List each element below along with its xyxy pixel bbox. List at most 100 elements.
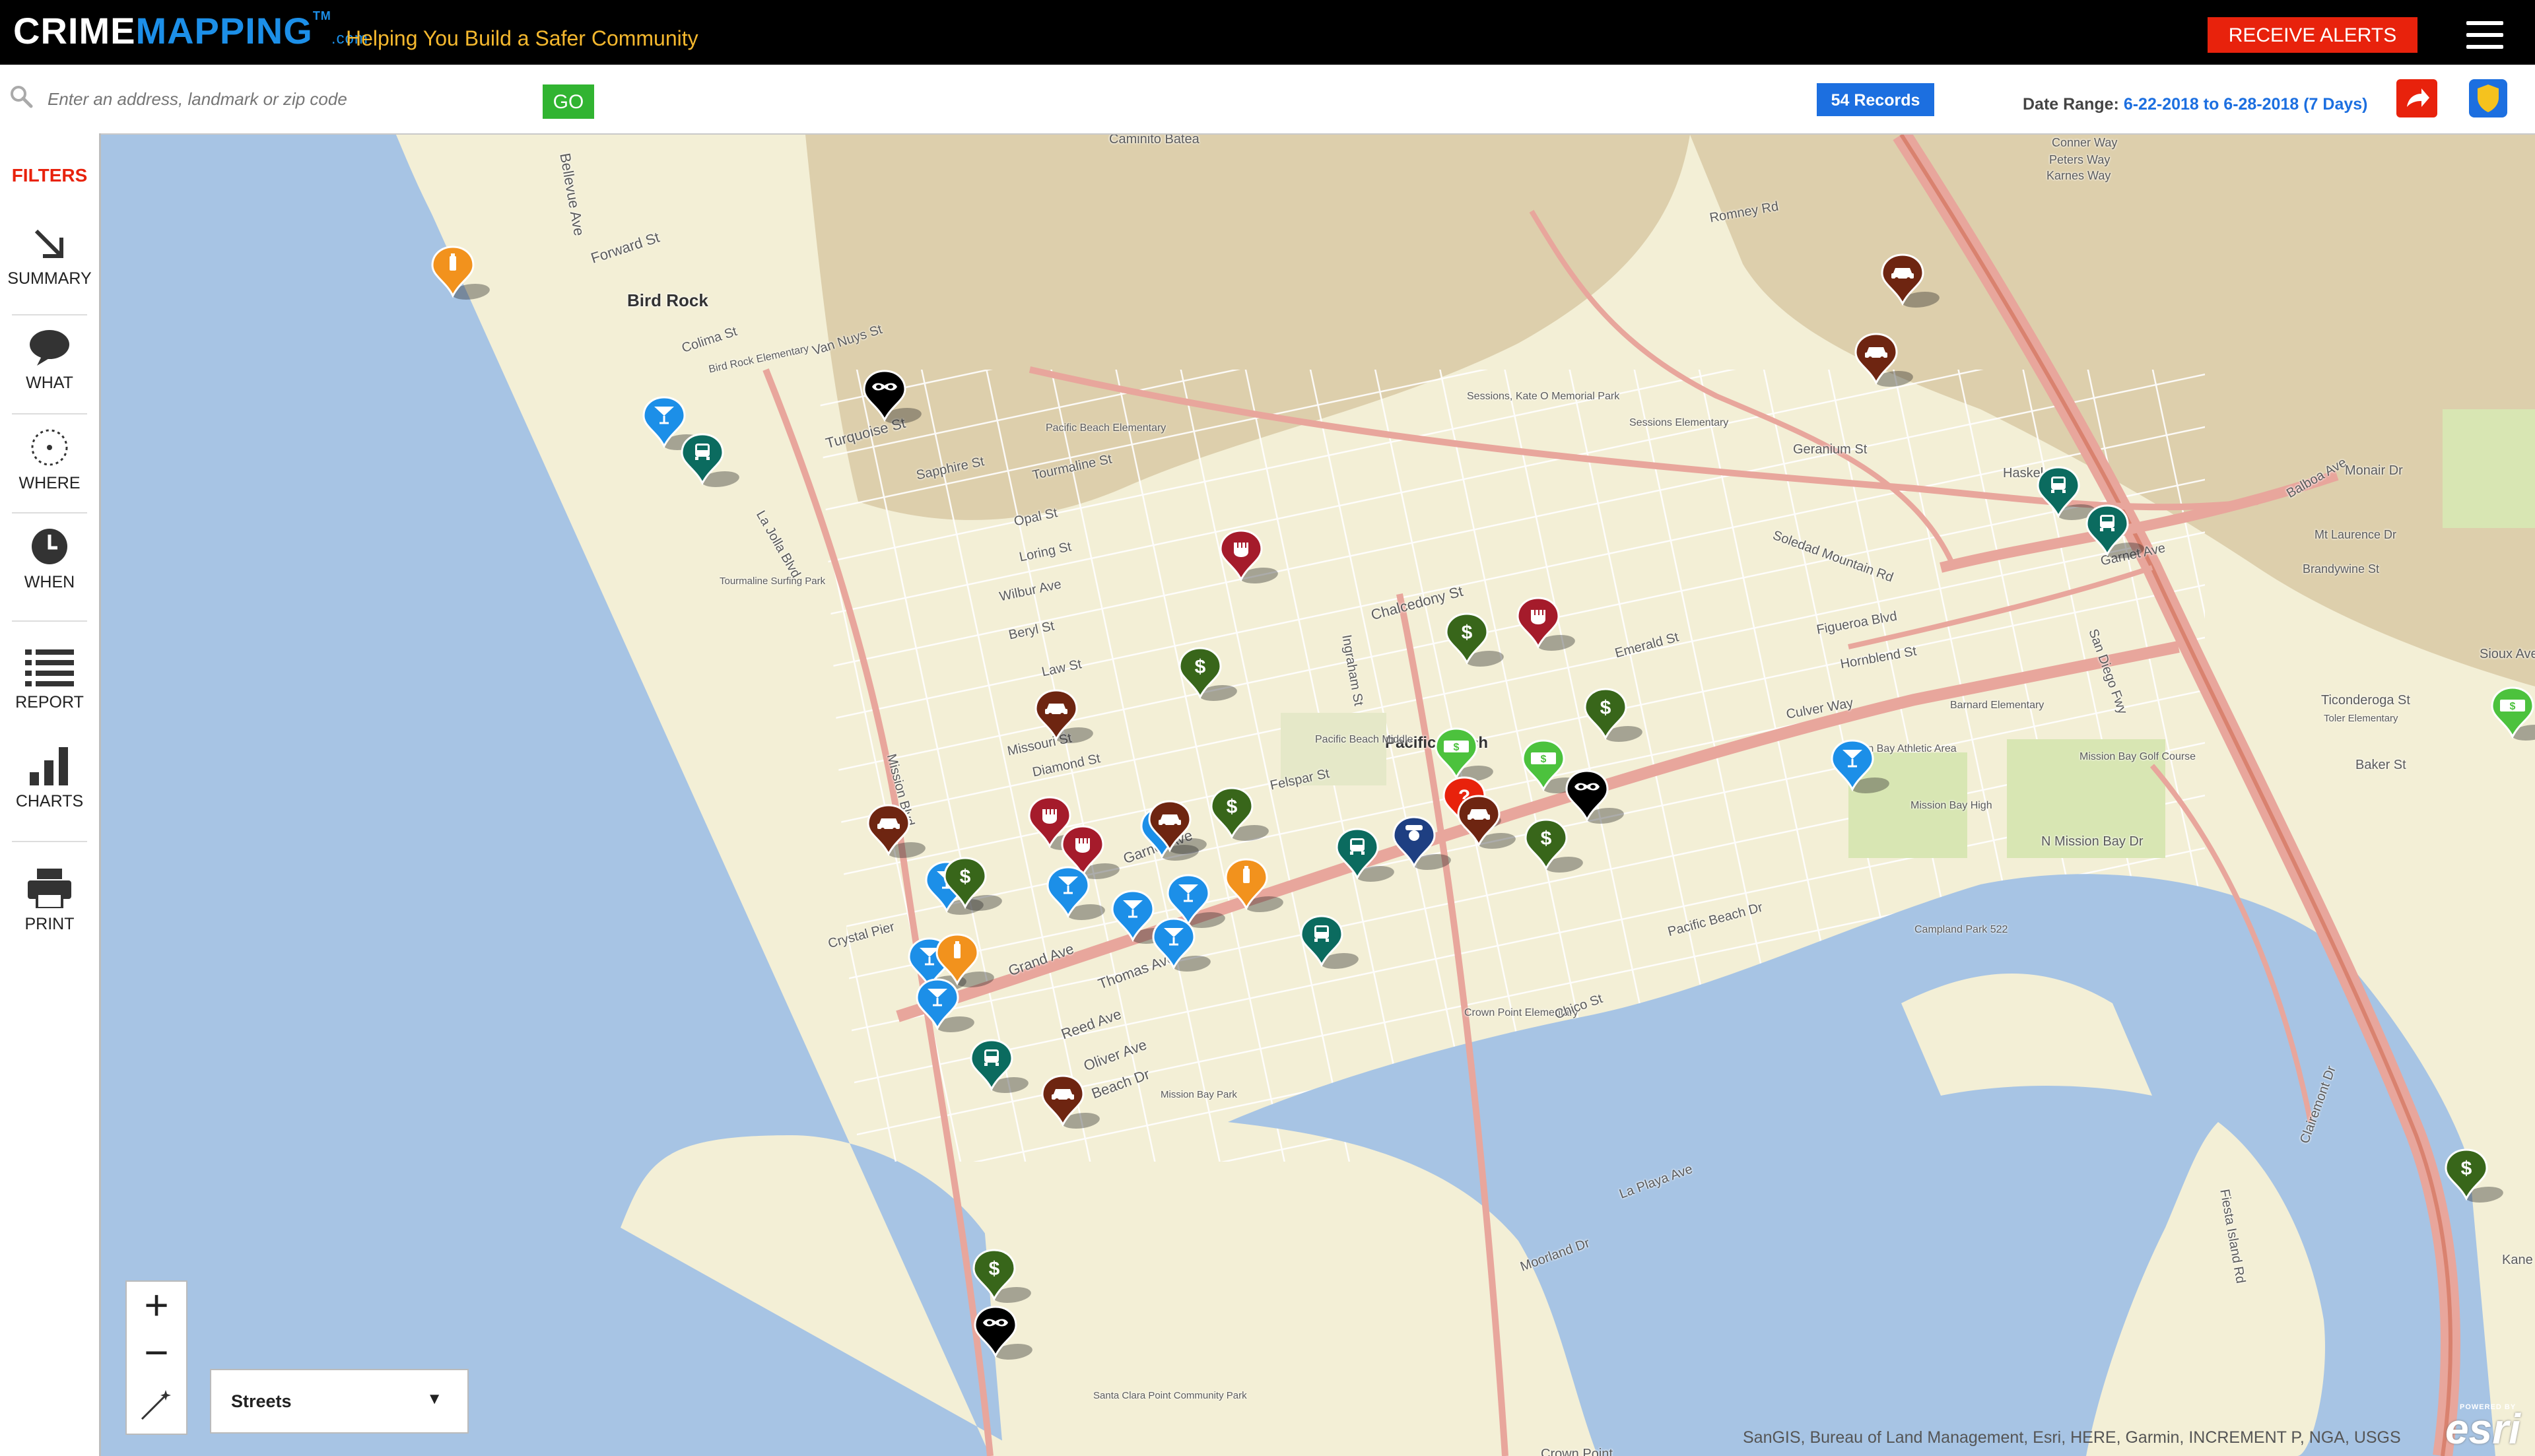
map-place-label: Pacific Beach Elementary [1046,422,1166,434]
date-range-value[interactable]: 6-22-2018 to 6-28-2018 (7 Days) [2124,95,2368,114]
crime-marker-theft[interactable]: $ [2443,1148,2507,1208]
crime-marker-dui[interactable] [1829,739,1893,799]
money-icon: $ [1522,739,1565,792]
crime-marker-vehicle-break-in[interactable] [1334,828,1398,887]
logo-crime-text: CRIME [13,10,136,51]
share-button[interactable] [2396,79,2437,117]
crime-marker-fraud[interactable]: $ [2489,686,2535,746]
basemap-select[interactable]: Streets ▼ [210,1369,469,1434]
crime-marker-vehicle-break-in[interactable] [2084,504,2148,564]
martini-icon [1831,739,1874,792]
car-icon [1881,253,1924,306]
martini-icon [1152,917,1196,970]
sidebar-item-when[interactable]: WHEN [0,527,99,592]
esri-logo: esri POWERED BY [2445,1403,2520,1453]
menu-icon[interactable] [2466,21,2503,49]
sidebar-item-charts[interactable]: CHARTS [0,747,99,811]
crime-marker-dui[interactable] [1151,917,1215,977]
magic-wand-icon [141,1390,171,1420]
crime-marker-robbery[interactable] [1564,770,1628,829]
receive-alerts-button[interactable]: RECEIVE ALERTS [2208,17,2417,53]
sidebar-item-report[interactable]: REPORT [0,648,99,712]
crime-marker-robbery[interactable] [972,1306,1036,1365]
money-icon: $ [2491,686,2534,739]
crime-marker-dui[interactable] [1045,866,1109,925]
go-button[interactable]: GO [543,84,594,119]
crime-marker-vehicle-break-in[interactable] [968,1039,1032,1098]
logo-tm-text: TM [312,9,331,22]
map-basemap[interactable] [101,135,2535,1456]
crime-marker-dui[interactable] [914,978,978,1038]
crime-marker-theft[interactable]: $ [1209,787,1273,846]
crime-marker-assault[interactable] [1218,529,1282,589]
date-range[interactable]: Date Range: 6-22-2018 to 6-28-2018 (7 Da… [2023,95,2367,114]
esri-logo-text: esri [2445,1405,2520,1453]
sidebar-item-summary[interactable]: SUMMARY [0,226,99,288]
crime-map[interactable]: Caminito Batea Bellevue Ave Forward St Bird… [101,135,2535,1456]
esri-powered-by-text: POWERED BY [2460,1403,2517,1411]
crime-marker-theft[interactable]: $ [1444,612,1508,672]
sidebar-item-label: WHEN [24,573,75,591]
car-icon [1457,795,1501,847]
map-place-label: Mt Laurence Dr [2315,528,2397,541]
zoom-control: + − [125,1280,187,1435]
crime-marker-vehicle-theft[interactable] [1147,800,1211,859]
crime-marker-shoplifting[interactable] [430,246,494,305]
map-place-label: Baker St [2355,758,2406,772]
map-place-label: Sessions, Kate O Memorial Park [1467,391,1620,402]
clock-icon [32,529,67,564]
map-place-label: Mission Bay High [1910,800,1992,811]
officer-icon [1392,816,1436,869]
sidebar-item-label: SUMMARY [7,269,92,288]
martini-icon [1046,866,1090,919]
police-badge-icon[interactable] [2468,78,2509,119]
crime-marker-vehicle-break-in[interactable] [679,433,743,492]
crime-marker-police[interactable] [1391,816,1455,875]
sidebar-item-where[interactable]: WHERE [0,428,99,493]
map-place-label: Brandywine St [2303,562,2380,576]
filter-sidebar: FILTERS SUMMARY WHAT WHERE WHEN REPORT C… [0,133,101,1456]
svg-text:$: $ [1227,796,1238,818]
crime-marker-vehicle-theft[interactable] [1040,1075,1104,1134]
search-bar: GO 54 Records Date Range: 6-22-2018 to 6… [0,65,2535,135]
crime-marker-fraud[interactable]: $ [1520,739,1584,799]
zoom-out-button[interactable]: − [127,1329,186,1378]
crime-marker-theft[interactable]: $ [942,857,1006,916]
crime-marker-theft[interactable]: $ [1523,818,1587,878]
records-count-button[interactable]: 54 Records [1817,83,1934,116]
crime-marker-vehicle-theft[interactable] [1033,689,1097,748]
crime-marker-dui[interactable] [1110,890,1174,949]
share-arrow-icon [2407,88,2429,107]
logo-mapping-text: MAPPING [135,10,313,51]
filters-heading[interactable]: FILTERS [0,165,99,186]
crimemapping-logo[interactable]: CRIMEMAPPINGTM.com [13,9,368,52]
map-place-label: Monair Dr [2345,463,2403,478]
crime-marker-vehicle-theft[interactable] [1853,333,1917,392]
crime-marker-robbery[interactable] [862,370,926,429]
crime-marker-shoplifting[interactable] [1223,858,1287,917]
date-range-label: Date Range: [2023,95,2119,114]
address-search-input[interactable] [46,83,524,115]
sidebar-item-what[interactable]: WHAT [0,329,99,393]
crime-marker-vehicle-break-in[interactable] [2035,466,2099,525]
top-bar: CRIMEMAPPINGTM.com Helping You Build a S… [0,0,2535,65]
map-place-label: Conner Way [2052,136,2118,149]
car-front-icon [2085,504,2129,557]
car-front-icon [2037,466,2080,519]
sidebar-item-print[interactable]: PRINT [0,869,99,934]
crime-marker-vehicle-theft[interactable] [1879,253,1944,313]
car-icon [1034,689,1078,742]
crime-marker-theft[interactable]: $ [1582,688,1646,747]
mask-icon [863,370,906,422]
map-place-label: Crown Point [1541,1447,1613,1456]
crime-marker-assault[interactable] [1515,597,1579,656]
crime-marker-theft[interactable]: $ [971,1249,1035,1308]
map-place-label: Sioux Ave [2480,647,2535,661]
crime-marker-vehicle-theft[interactable] [1456,795,1520,854]
sidebar-item-label: CHARTS [15,792,84,811]
magic-wand-button[interactable] [127,1381,186,1430]
crime-marker-vehicle-theft[interactable] [865,804,930,863]
crime-marker-vehicle-break-in[interactable] [1299,915,1363,974]
zoom-in-button[interactable]: + [127,1282,186,1331]
crime-marker-theft[interactable]: $ [1177,647,1241,706]
